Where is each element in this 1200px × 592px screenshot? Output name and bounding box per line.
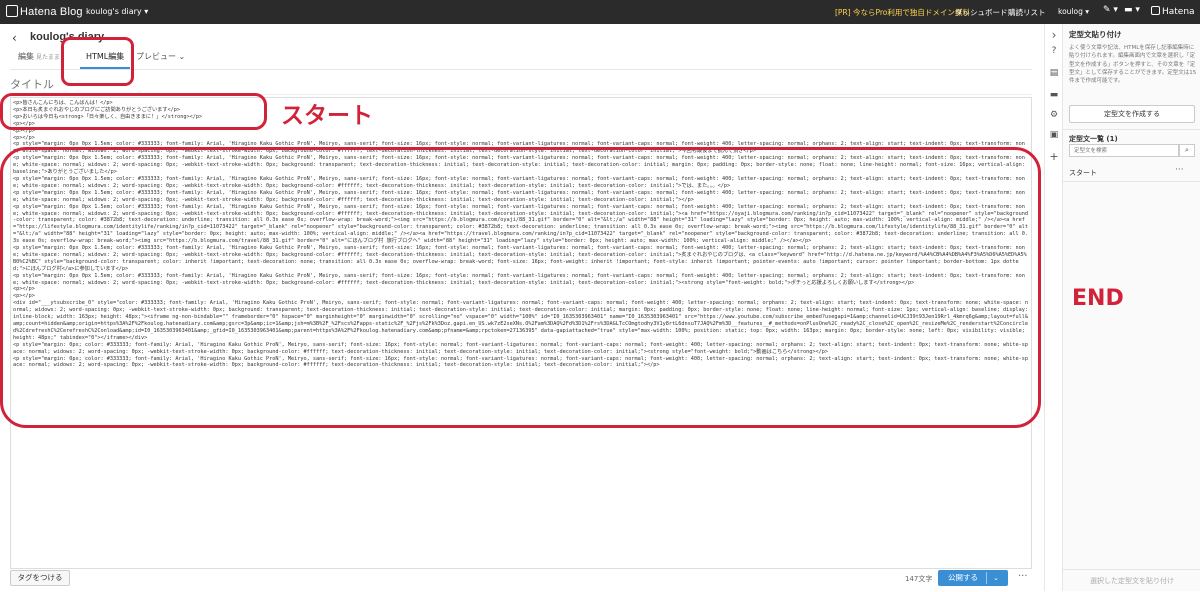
create-template-button[interactable]: 定型文を作成する bbox=[1069, 105, 1195, 123]
annotation-highlight-start bbox=[0, 93, 267, 130]
dashboard-link[interactable]: ダッシュボード bbox=[955, 7, 1008, 18]
tab-preview[interactable]: プレビュー ⌄ bbox=[136, 51, 185, 62]
brand-label: Hatena Blog bbox=[20, 6, 83, 18]
annotation-highlight-end bbox=[0, 147, 1041, 428]
panel-title: 定型文貼り付け bbox=[1069, 30, 1122, 39]
folder-icon[interactable]: ▬ bbox=[1048, 90, 1060, 100]
chevron-down-icon[interactable]: ⌄ bbox=[993, 570, 999, 586]
annotation-end-label: END bbox=[1072, 286, 1124, 311]
publish-label: 公開する bbox=[948, 573, 978, 582]
clipboard-icon[interactable]: ▣ bbox=[1048, 130, 1060, 140]
reader-link[interactable]: 購読リスト bbox=[1008, 7, 1046, 18]
editor-footer: タグをつける 147文字 公開する ⌄ ··· bbox=[0, 569, 1044, 591]
code-line: <p></p> bbox=[13, 134, 35, 141]
tab-wysiwyg-label: 編集 bbox=[18, 52, 34, 61]
search-icon[interactable]: ⌕ bbox=[1179, 144, 1195, 157]
collapse-panel-icon[interactable]: › bbox=[1048, 28, 1060, 42]
gear-icon[interactable]: ⚙ bbox=[1048, 110, 1060, 120]
item-menu-icon[interactable]: ··· bbox=[1175, 165, 1184, 175]
character-count: 147文字 bbox=[905, 575, 933, 583]
hatena-label: Hatena bbox=[1162, 7, 1195, 17]
template-search-input[interactable] bbox=[1069, 144, 1179, 157]
add-tag-button[interactable]: タグをつける bbox=[10, 570, 70, 586]
more-options-icon[interactable]: ··· bbox=[1018, 571, 1028, 582]
help-icon[interactable]: ? bbox=[1048, 46, 1060, 56]
top-navbar: Hatena Blog koulog's diary ▾ [PR] 今ならPro… bbox=[0, 0, 1200, 24]
promo-link[interactable]: [PR] 今ならPro利用で独自ドメイン無料 bbox=[835, 7, 970, 18]
panel-divider bbox=[1063, 129, 1200, 130]
hatena-menu[interactable]: Hatena bbox=[1151, 6, 1195, 17]
plus-icon[interactable]: + bbox=[1048, 150, 1060, 163]
publish-button[interactable]: 公開する ⌄ bbox=[938, 570, 1008, 586]
tab-divider bbox=[10, 69, 1032, 70]
hatena-icon bbox=[1151, 6, 1160, 15]
blog-selector[interactable]: koulog's diary ▾ bbox=[86, 7, 148, 16]
template-list-title: 定型文一覧 (1) bbox=[1069, 135, 1118, 143]
paste-template-button[interactable]: 選択した定型文を貼り付け bbox=[1063, 569, 1200, 591]
panel-description: よく使う文章や記法、HTMLを保存し記事編集時に貼り付けられます。編集画面内で文… bbox=[1069, 45, 1197, 85]
tab-wysiwyg[interactable]: 編集 見たまま bbox=[18, 51, 60, 62]
list-item[interactable]: スタート ··· bbox=[1063, 164, 1200, 182]
publish-separator bbox=[986, 572, 987, 584]
write-icon[interactable]: ✎ ▾ bbox=[1103, 5, 1118, 15]
back-arrow-icon[interactable]: ‹ bbox=[12, 31, 17, 45]
hatena-logo-icon bbox=[6, 5, 18, 17]
user-menu[interactable]: koulog ▾ bbox=[1058, 7, 1089, 16]
annotation-start-label: スタート bbox=[281, 103, 373, 129]
hatena-blog-logo[interactable]: Hatena Blog bbox=[6, 5, 83, 18]
template-name: スタート bbox=[1069, 169, 1097, 177]
sidebar-icon-rail: › ? ▤ ▬ ⚙ ▣ + bbox=[1044, 24, 1062, 591]
notification-icon[interactable]: ▬ ▾ bbox=[1124, 5, 1140, 15]
photo-upload-icon[interactable]: ▤ bbox=[1048, 68, 1060, 78]
tab-wysiwyg-sublabel: 見たまま bbox=[36, 54, 60, 61]
annotation-highlight-tab bbox=[61, 37, 134, 86]
